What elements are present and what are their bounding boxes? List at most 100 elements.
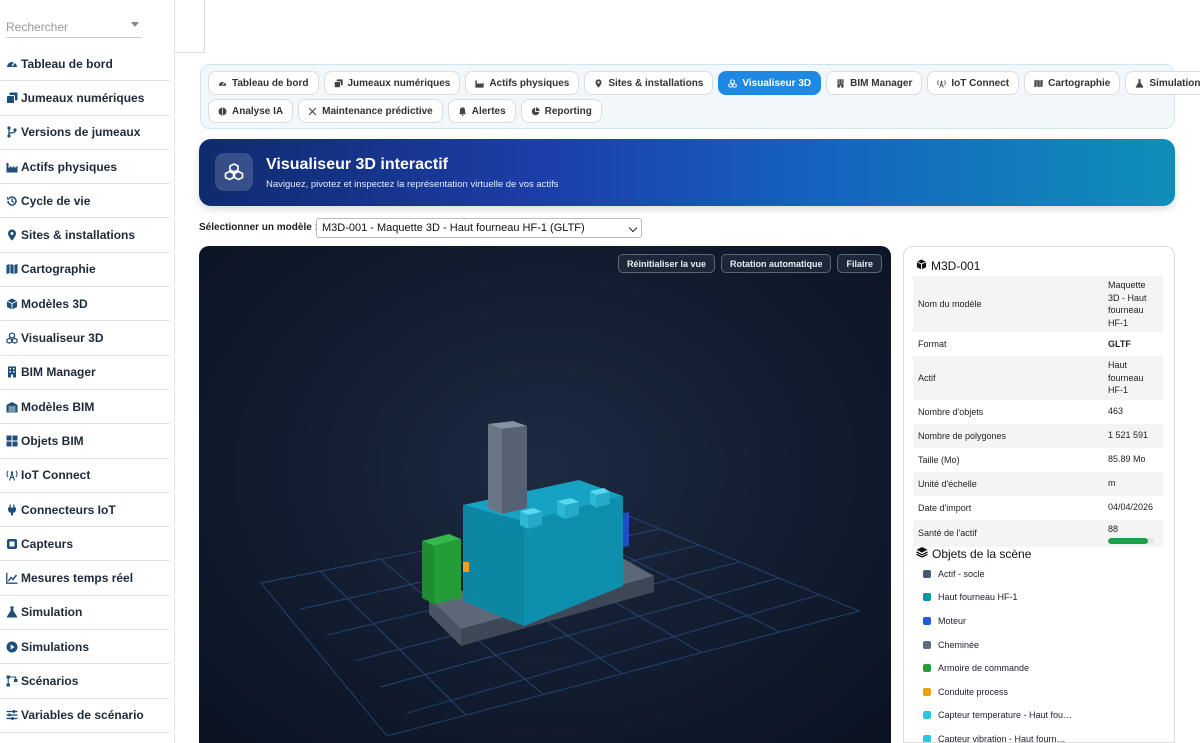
- sidebar-item-2[interactable]: Versions de jumeaux: [0, 116, 170, 150]
- sidebar-item-14[interactable]: Capteurs: [0, 527, 170, 562]
- flask-icon: [1135, 78, 1144, 88]
- scene-object-item[interactable]: Cheminée: [923, 633, 1163, 657]
- map-icon: [1034, 79, 1043, 88]
- map-pin-icon: [594, 78, 603, 88]
- sidebar-item-12[interactable]: IoT Connect: [0, 459, 170, 493]
- sidebar-item-label: Jumeaux numériques: [21, 90, 145, 105]
- model-select[interactable]: M3D-001 - Maquette 3D - Haut fourneau HF…: [316, 218, 642, 238]
- sidebar-item-4[interactable]: Cycle de vie: [0, 184, 170, 219]
- copy-icon: [333, 78, 343, 88]
- pie-icon: [531, 106, 540, 116]
- sidebar-item-9[interactable]: BIM Manager: [0, 356, 170, 390]
- sidebar-item-8[interactable]: Visualiseur 3D: [0, 321, 170, 356]
- scene-object-item[interactable]: Haut fourneau HF-1: [923, 586, 1163, 610]
- brain-icon: [218, 107, 227, 116]
- tab-row1-5[interactable]: BIM Manager: [826, 71, 923, 95]
- model-select-value: M3D-001 - Maquette 3D - Haut fourneau HF…: [322, 222, 585, 234]
- scene-object-item[interactable]: Capteur temperature - Haut fou…: [923, 704, 1163, 728]
- page-title: Visualiseur 3D interactif: [266, 156, 448, 173]
- search-select[interactable]: Rechercher: [6, 14, 142, 38]
- tab-row1-4[interactable]: Visualiseur 3D: [718, 71, 822, 95]
- health-bar-fill: [1108, 538, 1149, 544]
- scene-object-item[interactable]: Capteur vibration - Haut fourn…: [923, 727, 1163, 742]
- color-swatch: [923, 569, 931, 578]
- tab-row2-0[interactable]: Analyse IA: [208, 99, 294, 123]
- sidebar-item-10[interactable]: Modèles BIM: [0, 390, 170, 425]
- scene-objects-label: Objets de la scène: [932, 546, 1032, 561]
- sidebar-item-16[interactable]: Simulation: [0, 596, 170, 631]
- 3d-scene[interactable]: [199, 246, 891, 743]
- info-value: 85.89 Mo: [1108, 454, 1146, 465]
- info-label: Date d'import: [918, 502, 972, 513]
- info-value-cell: 1 521 591: [1103, 423, 1163, 448]
- tab-label: Simulation: [1149, 77, 1200, 89]
- info-value: 1 521 591: [1108, 430, 1149, 441]
- sidebar-item-label: Objets BIM: [21, 433, 84, 448]
- wireframe-button[interactable]: Filaire: [837, 254, 882, 273]
- auto-rotate-button[interactable]: Rotation automatique: [720, 254, 832, 273]
- sidebar-item-6[interactable]: Cartographie: [0, 253, 170, 288]
- sidebar-item-1[interactable]: Jumeaux numériques: [0, 81, 170, 116]
- tab-row1-1[interactable]: Jumeaux numériques: [323, 71, 461, 95]
- tools-icon: [308, 107, 317, 116]
- building-icon: [836, 78, 845, 88]
- info-value-cell: Maquette 3D - Haut fourneau HF-1: [1103, 276, 1163, 332]
- tab-row1-8[interactable]: Simulation: [1125, 71, 1200, 95]
- tab-label: Sites & installations: [608, 77, 704, 89]
- scene-objects-list: Actif - socle Haut fourneau HF-1 Moteur Che…: [923, 562, 1163, 742]
- tab-label: Visualiseur 3D: [742, 77, 812, 89]
- sidebar-item-17[interactable]: Simulations: [0, 630, 170, 665]
- 3d-viewer[interactable]: Réinitialiser la vue Rotation automatiqu…: [199, 246, 891, 743]
- info-value-cell: 04/04/2026: [1103, 496, 1163, 520]
- sidebar-item-7[interactable]: Modèles 3D: [0, 287, 170, 322]
- scene-object-item[interactable]: Actif - socle: [923, 562, 1163, 586]
- info-label: Taille (Mo): [918, 454, 960, 465]
- info-row: Taille (Mo) 85.89 Mo: [913, 448, 1163, 472]
- cube-icon: [916, 259, 927, 273]
- tab-row2-3[interactable]: Reporting: [520, 99, 602, 123]
- sensor-icon: [6, 538, 18, 550]
- bell-icon: [458, 106, 467, 116]
- sidebar-item-5[interactable]: Sites & installations: [0, 218, 170, 253]
- tab-row1-0[interactable]: Tableau de bord: [208, 71, 319, 95]
- tab-label: Actifs physiques: [489, 77, 570, 89]
- sidebar-item-18[interactable]: Scénarios: [0, 664, 170, 699]
- scene-object-item[interactable]: Armoire de commande: [923, 656, 1163, 680]
- tab-row2-2[interactable]: Alertes: [447, 99, 516, 123]
- scene-object-item[interactable]: Moteur: [923, 609, 1163, 633]
- sidebar-item-15[interactable]: Mesures temps réel: [0, 561, 170, 596]
- grid-icon: [6, 435, 18, 447]
- sidebar-item-label: Visualiseur 3D: [21, 331, 104, 346]
- scene-object-item[interactable]: Conduite process: [923, 680, 1163, 704]
- history-icon: [6, 195, 18, 207]
- info-label: Nombre d'objets: [918, 406, 984, 417]
- health-bar: [1108, 538, 1154, 544]
- sliders-icon: [6, 709, 18, 721]
- scene-objects-title: Objets de la scène: [916, 546, 1031, 561]
- building-icon: [6, 366, 18, 378]
- sidebar-item-label: IoT Connect: [21, 468, 91, 483]
- sidebar-item-3[interactable]: Actifs physiques: [0, 150, 170, 185]
- chimney: [488, 421, 527, 514]
- info-label: Unité d'échelle: [913, 471, 1103, 496]
- caret-down-icon[interactable]: [131, 22, 139, 27]
- sidebar-item-0[interactable]: Tableau de bord: [0, 47, 170, 82]
- warehouse-icon: [6, 401, 18, 413]
- tab-label: IoT Connect: [951, 77, 1010, 89]
- tab-row2-1[interactable]: Maintenance prédictive: [298, 99, 443, 123]
- industry-icon: [6, 161, 18, 173]
- sidebar-item-19[interactable]: Variables de scénario: [0, 699, 170, 733]
- tab-row1-3[interactable]: Sites & installations: [584, 71, 714, 95]
- tab-row1-2[interactable]: Actifs physiques: [465, 71, 580, 95]
- cubes-icon: [6, 332, 18, 344]
- tab-row1-7[interactable]: Cartographie: [1024, 71, 1121, 95]
- info-row: Nom du modèle Maquette 3D - Haut fourneau…: [913, 276, 1163, 332]
- sidebar-item-13[interactable]: Connecteurs IoT: [0, 493, 170, 528]
- process-pipe: [463, 562, 469, 572]
- model-info-panel: M3D-001 Nom du modèle Maquette 3D - Haut …: [903, 246, 1175, 743]
- tab-row1-6[interactable]: IoT Connect: [927, 71, 1020, 95]
- sidebar-item-11[interactable]: Objets BIM: [0, 424, 170, 459]
- industry-icon: [475, 79, 484, 88]
- antenna-icon: [6, 469, 18, 481]
- reset-view-button[interactable]: Réinitialiser la vue: [617, 254, 715, 273]
